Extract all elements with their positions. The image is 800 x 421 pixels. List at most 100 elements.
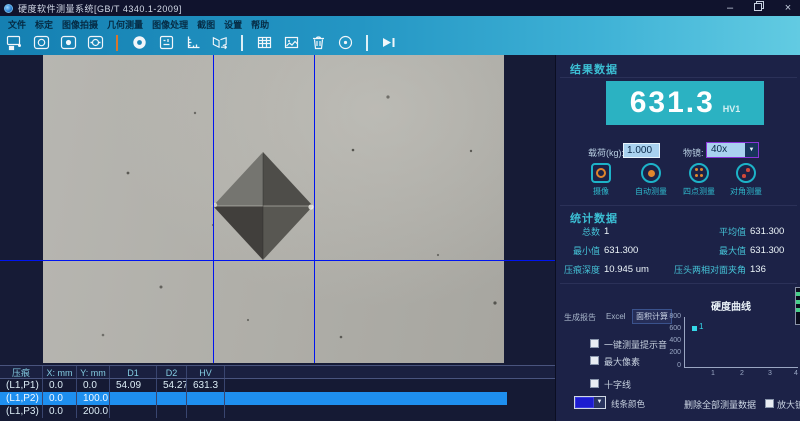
title-bar: 硬度软件测量系统[GB/T 4340.1-2009] – × xyxy=(0,0,800,16)
stat-count-label: 总数 xyxy=(556,225,600,238)
magnifier-checkbox[interactable] xyxy=(765,399,774,408)
stat-min-value: 631.300 xyxy=(604,245,666,256)
cell-d2 xyxy=(157,392,187,405)
x-tick: 1 xyxy=(708,370,718,377)
minimize-button[interactable]: – xyxy=(724,0,736,16)
objective-select[interactable]: 40x ▼ xyxy=(706,142,759,158)
tab-generate-report[interactable]: 生成报告 xyxy=(564,312,596,323)
disc-record-icon[interactable] xyxy=(336,34,354,52)
col-header-y[interactable]: Y: mm xyxy=(77,366,110,378)
app-icon xyxy=(4,4,13,13)
max-pixel-checkbox[interactable] xyxy=(590,356,599,365)
stat-count-value: 1 xyxy=(604,226,666,237)
level-meter[interactable] xyxy=(795,287,800,325)
stat-min-label: 最小值 xyxy=(556,244,600,257)
restore-button[interactable] xyxy=(753,0,765,16)
stat-max-label: 最大值 xyxy=(670,244,746,257)
col-header-d2[interactable]: D2 xyxy=(157,366,187,378)
vickers-indentation xyxy=(211,152,315,260)
color-swatch-blue xyxy=(575,397,594,408)
stat-depth-value: 10.945 um xyxy=(604,264,666,275)
camera-button[interactable]: 摄像 xyxy=(578,163,624,197)
toolbar-separator xyxy=(366,35,368,51)
camera-connect-icon[interactable] xyxy=(5,34,23,52)
record-dot-icon[interactable] xyxy=(130,34,148,52)
indentation-image-overlay xyxy=(43,55,504,363)
table-row[interactable]: (L1,P3) 0.0 200.0 xyxy=(0,405,555,418)
window-title: 硬度软件测量系统[GB/T 4340.1-2009] xyxy=(18,2,182,15)
cell-x: 0.0 xyxy=(43,392,77,405)
result-section-header: 结果数据 xyxy=(570,61,618,77)
menu-file[interactable]: 文件 xyxy=(8,18,26,31)
delete-all-data-button[interactable]: 删除全部测量数据 xyxy=(684,398,756,411)
tab-excel[interactable]: Excel xyxy=(606,312,626,321)
measure-line-vertical-right[interactable] xyxy=(314,55,315,363)
measure-line-horizontal[interactable] xyxy=(0,260,555,261)
load-input[interactable]: 1.000 xyxy=(623,143,660,158)
sound-checkbox-label: 一键测量提示音 xyxy=(604,338,667,351)
export-run-icon[interactable] xyxy=(380,34,398,52)
menu-image-capture[interactable]: 图像拍摄 xyxy=(62,18,98,31)
flip-rotate-icon[interactable] xyxy=(211,34,229,52)
col-header-d1[interactable]: D1 xyxy=(110,366,157,378)
cell-x: 0.0 xyxy=(43,405,77,418)
col-header-hv[interactable]: HV xyxy=(187,366,225,378)
diagonal-measure-icon xyxy=(736,163,756,183)
sound-checkbox[interactable] xyxy=(590,339,599,348)
measure-line-vertical-left[interactable] xyxy=(213,55,214,363)
crosshair-checkbox[interactable] xyxy=(590,379,599,388)
col-header-indent[interactable]: 压痕 xyxy=(0,366,43,378)
line-color-label: 线条颜色 xyxy=(611,398,645,410)
stat-angle-value: 136 xyxy=(750,264,800,275)
objective-label: 物镜: xyxy=(683,146,704,159)
auto-capture-icon[interactable] xyxy=(59,34,77,52)
app-window: 硬度软件测量系统[GB/T 4340.1-2009] – × 文件 标定 图像拍… xyxy=(0,0,800,421)
auto-measure-icon xyxy=(641,163,661,183)
menu-help[interactable]: 帮助 xyxy=(251,18,269,31)
close-button[interactable]: × xyxy=(782,0,794,16)
cell-hv: 631.3 xyxy=(187,379,225,392)
cell-y: 100.0 xyxy=(77,392,110,405)
hardness-value-display: 631.3 HV1 xyxy=(606,81,764,125)
menu-calibration[interactable]: 标定 xyxy=(35,18,53,31)
x-tick: 4 xyxy=(791,370,800,377)
right-panel: 结果数据 631.3 HV1 载荷(kg): 1.000 物镜: 40x ▼ 摄… xyxy=(555,55,800,421)
col-header-x[interactable]: X: mm xyxy=(43,366,77,378)
ruler-icon[interactable] xyxy=(184,34,202,52)
table-row-selected[interactable]: (L1,P2) 0.0 100.0 xyxy=(0,392,507,405)
camera-button-label: 摄像 xyxy=(578,186,624,197)
hardness-chart: 800 600 400 200 0 1 2 3 4 1 xyxy=(661,311,800,383)
calibration-icon[interactable] xyxy=(157,34,175,52)
cell-d1 xyxy=(110,392,157,405)
line-color-dropdown[interactable]: ▼ xyxy=(574,396,606,409)
data-point-marker[interactable] xyxy=(692,326,697,331)
image-gallery-icon[interactable] xyxy=(282,34,300,52)
cell-id: (L1,P3) xyxy=(0,405,43,418)
menu-screenshot[interactable]: 截图 xyxy=(197,18,215,31)
delete-trash-icon[interactable] xyxy=(309,34,327,52)
divider xyxy=(560,283,797,284)
crosshair-checkbox-label: 十字线 xyxy=(604,378,631,391)
four-point-measure-label: 四点测量 xyxy=(676,186,722,197)
snapshot-icon[interactable] xyxy=(32,34,50,52)
menu-settings[interactable]: 设置 xyxy=(224,18,242,31)
statistics-section-header: 统计数据 xyxy=(570,210,618,226)
diagonal-measure-button[interactable]: 对角测量 xyxy=(723,163,769,197)
table-row[interactable]: (L1,P1) 0.0 0.0 54.09 54.27 631.3 xyxy=(0,379,555,392)
divider xyxy=(560,77,797,78)
four-point-measure-button[interactable]: 四点测量 xyxy=(676,163,722,197)
microscope-image[interactable] xyxy=(43,55,504,363)
multi-capture-icon[interactable] xyxy=(86,34,104,52)
chevron-down-icon: ▼ xyxy=(594,397,605,408)
menu-image-processing[interactable]: 图像处理 xyxy=(152,18,188,31)
auto-measure-button[interactable]: 自动测量 xyxy=(628,163,674,197)
statistics-grid: 总数 1 平均值 631.300 最小值 631.300 最大值 631.300… xyxy=(556,225,800,276)
data-table-icon[interactable] xyxy=(255,34,273,52)
cell-d2: 54.27 xyxy=(157,379,187,392)
y-tick: 800 xyxy=(661,313,681,320)
hardness-value: 631.3 xyxy=(630,86,715,120)
x-tick: 3 xyxy=(765,370,775,377)
menu-geometry-measure[interactable]: 几何测量 xyxy=(107,18,143,31)
cell-hv xyxy=(187,405,225,418)
data-point-label: 1 xyxy=(699,322,703,331)
